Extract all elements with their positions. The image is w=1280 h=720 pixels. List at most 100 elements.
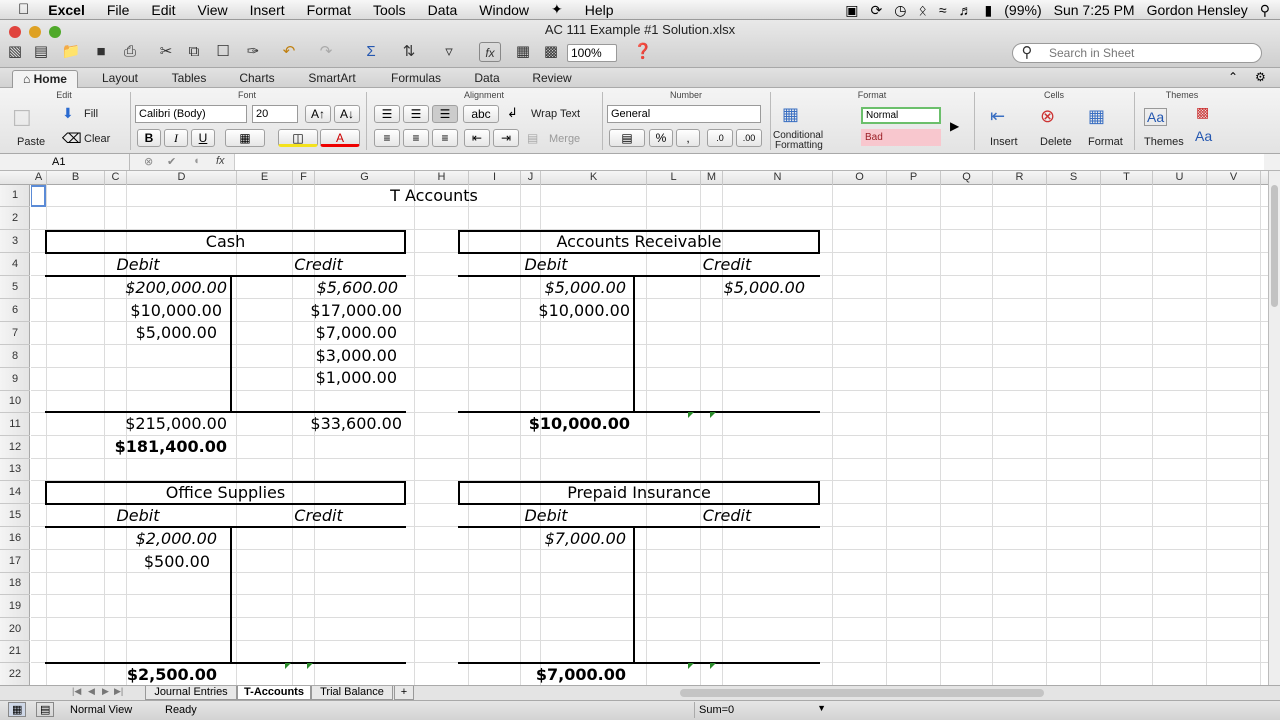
sync-icon[interactable]: ⟳: [871, 2, 883, 19]
row-header-15[interactable]: 15: [0, 504, 30, 527]
column-header-g[interactable]: G: [315, 171, 415, 185]
help-icon[interactable]: ❓: [632, 42, 654, 62]
merge-icon[interactable]: ▤: [527, 131, 538, 145]
italic-button[interactable]: I: [164, 129, 188, 147]
menu-tools[interactable]: Tools: [362, 2, 417, 18]
delete-button[interactable]: Delete: [1040, 136, 1072, 148]
format-cells-icon[interactable]: ▦: [1088, 106, 1105, 127]
worksheet-grid[interactable]: T Accounts Cash Debit Credit $200,000.00…: [31, 185, 1268, 685]
row-header-16[interactable]: 16: [0, 527, 30, 550]
column-header-o[interactable]: O: [833, 171, 887, 185]
print-icon[interactable]: ⎙: [119, 42, 141, 62]
align-center-icon[interactable]: ≡: [403, 129, 429, 147]
collapse-ribbon-icon[interactable]: ⌃: [1228, 70, 1238, 84]
percent-button[interactable]: %: [649, 129, 673, 147]
style-bad[interactable]: Bad: [861, 129, 941, 146]
row-header-19[interactable]: 19: [0, 595, 30, 618]
search-icon[interactable]: ⚲: [1260, 2, 1270, 19]
column-header-k[interactable]: K: [541, 171, 647, 185]
currency-icon[interactable]: ▤: [609, 129, 645, 147]
font-color-icon[interactable]: A: [320, 129, 360, 147]
filter-icon[interactable]: ▿: [438, 42, 460, 62]
column-header-d[interactable]: D: [127, 171, 237, 185]
column-header-u[interactable]: U: [1153, 171, 1207, 185]
column-header-f[interactable]: F: [293, 171, 315, 185]
row-header-4[interactable]: 4: [0, 253, 30, 276]
merge-button[interactable]: Merge: [549, 133, 580, 145]
column-header-m[interactable]: M: [701, 171, 723, 185]
sort-icon[interactable]: ⇅: [398, 42, 420, 62]
tab-formulas[interactable]: Formulas: [380, 70, 452, 88]
page-layout-view-icon[interactable]: ▤: [36, 702, 55, 717]
theme-colors-icon[interactable]: ▩: [1196, 104, 1209, 121]
menu-file[interactable]: File: [96, 2, 141, 18]
normal-view-icon[interactable]: ▦: [8, 702, 27, 717]
column-header-v[interactable]: V: [1207, 171, 1261, 185]
time-machine-icon[interactable]: ◷: [894, 2, 906, 19]
new-workbook-icon[interactable]: ▧: [4, 42, 26, 62]
menu-view[interactable]: View: [187, 2, 239, 18]
toolbox-icon[interactable]: ▩: [540, 42, 562, 62]
column-header-q[interactable]: Q: [941, 171, 993, 185]
wrap-text-icon[interactable]: ↲: [507, 105, 518, 121]
conditional-formatting-label-2[interactable]: Formatting: [775, 140, 823, 151]
column-header-a[interactable]: A: [31, 171, 47, 185]
comma-button[interactable]: ,: [676, 129, 700, 147]
increase-indent-icon[interactable]: ⇥: [493, 129, 519, 147]
conditional-formatting-icon[interactable]: ▦: [782, 104, 799, 125]
user-name[interactable]: Gordon Hensley: [1147, 2, 1248, 18]
align-top-icon[interactable]: ☰: [374, 105, 400, 123]
first-sheet-icon[interactable]: |◀: [72, 686, 81, 697]
script-menu-icon[interactable]: ✦: [540, 1, 574, 18]
sheet-tab-t-accounts[interactable]: T-Accounts: [237, 686, 311, 700]
theme-fonts-icon[interactable]: Aa: [1195, 128, 1212, 144]
fill-color-icon[interactable]: ◫: [278, 129, 318, 147]
next-sheet-icon[interactable]: ▶: [102, 686, 109, 697]
column-header-e[interactable]: E: [237, 171, 293, 185]
column-header-j[interactable]: J: [521, 171, 541, 185]
sheet-tab-journal-entries[interactable]: Journal Entries: [145, 686, 237, 700]
column-header-n[interactable]: N: [723, 171, 833, 185]
volume-icon[interactable]: ♬: [959, 2, 973, 18]
row-header-22[interactable]: 22: [0, 663, 30, 686]
menu-window[interactable]: Window: [468, 2, 540, 18]
row-header-11[interactable]: 11: [0, 413, 30, 436]
search-sheet-input[interactable]: Search in Sheet: [1012, 43, 1262, 63]
number-format-select[interactable]: General: [607, 105, 761, 123]
orientation-button[interactable]: abc: [463, 105, 499, 123]
increase-font-icon[interactable]: A↑: [305, 105, 331, 123]
row-header-7[interactable]: 7: [0, 322, 30, 345]
row-header-6[interactable]: 6: [0, 299, 30, 322]
row-header-20[interactable]: 20: [0, 618, 30, 641]
row-header-9[interactable]: 9: [0, 368, 30, 391]
align-left-icon[interactable]: ≡: [374, 129, 400, 147]
column-header-h[interactable]: H: [415, 171, 469, 185]
prev-sheet-icon[interactable]: ◀: [88, 686, 95, 697]
column-header-c[interactable]: C: [105, 171, 127, 185]
underline-button[interactable]: U: [191, 129, 215, 147]
vertical-scroll-thumb[interactable]: [1271, 185, 1278, 307]
tab-smartart[interactable]: SmartArt: [296, 70, 368, 88]
row-header-18[interactable]: 18: [0, 573, 30, 595]
wrap-text-button[interactable]: Wrap Text: [531, 108, 580, 120]
templates-icon[interactable]: ▤: [30, 42, 52, 62]
vertical-scrollbar[interactable]: [1268, 171, 1280, 685]
bluetooth-icon[interactable]: ᛟ: [918, 2, 926, 18]
align-middle-icon[interactable]: ☰: [403, 105, 429, 123]
font-name-select[interactable]: Calibri (Body): [135, 105, 247, 123]
row-header-10[interactable]: 10: [0, 391, 30, 413]
decrease-indent-icon[interactable]: ⇤: [464, 129, 490, 147]
redo-icon[interactable]: ↷: [315, 42, 337, 62]
clear-button[interactable]: Clear: [84, 133, 110, 145]
delete-cells-icon[interactable]: ⊗: [1040, 106, 1055, 127]
menu-format[interactable]: Format: [296, 2, 362, 18]
eraser-icon[interactable]: ⌫: [62, 130, 82, 147]
paste-clipboard-icon[interactable]: ☐: [12, 106, 32, 132]
formula-input[interactable]: [234, 154, 1264, 170]
menu-app[interactable]: Excel: [37, 2, 96, 18]
format-button[interactable]: Format: [1088, 136, 1123, 148]
column-header-t[interactable]: T: [1101, 171, 1153, 185]
confirm-formula-icon[interactable]: ✔: [167, 155, 176, 168]
sheet-tab-trial-balance[interactable]: Trial Balance: [311, 686, 393, 700]
column-header-i[interactable]: I: [469, 171, 521, 185]
